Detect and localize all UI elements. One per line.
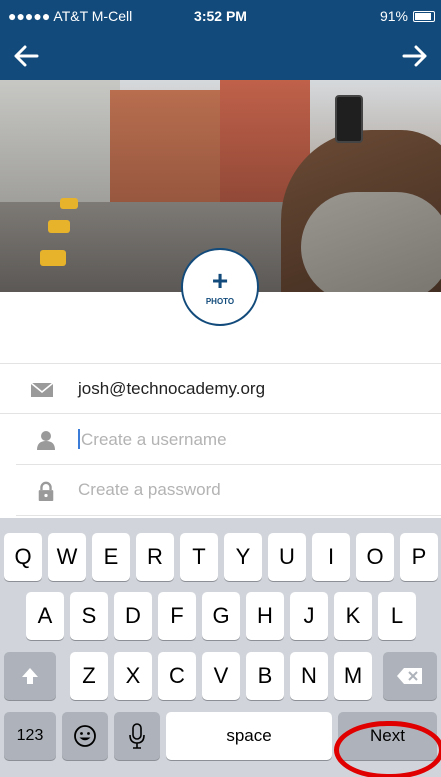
clock: 3:52 PM <box>194 8 247 24</box>
key-w[interactable]: W <box>48 533 86 581</box>
key-i[interactable]: I <box>312 533 350 581</box>
envelope-icon <box>30 382 54 397</box>
key-k[interactable]: K <box>334 592 372 640</box>
emoji-key[interactable] <box>62 712 108 760</box>
battery-icon <box>413 10 435 22</box>
email-value: josh@technocademy.org <box>78 379 266 398</box>
battery-status: 91% <box>380 8 435 24</box>
keyboard-row-1: QWERTYUIOP <box>0 533 441 581</box>
numbers-key[interactable]: 123 <box>4 712 56 760</box>
username-field[interactable]: Create a username <box>16 414 441 465</box>
key-n[interactable]: N <box>290 652 328 700</box>
key-p[interactable]: P <box>400 533 438 581</box>
signup-form: josh@technocademy.org Create a username … <box>0 363 441 516</box>
add-photo-label: PHOTO <box>205 296 235 306</box>
next-key-highlight <box>334 721 441 777</box>
text-cursor <box>78 429 80 449</box>
key-x[interactable]: X <box>114 652 152 700</box>
arrow-right-icon <box>402 45 427 67</box>
lock-icon <box>38 481 54 501</box>
password-field[interactable]: Create a password <box>16 465 441 516</box>
password-placeholder: Create a password <box>78 480 221 499</box>
key-u[interactable]: U <box>268 533 306 581</box>
key-e[interactable]: E <box>92 533 130 581</box>
username-placeholder: Create a username <box>81 430 227 449</box>
key-z[interactable]: Z <box>70 652 108 700</box>
forward-button[interactable] <box>395 38 435 74</box>
key-h[interactable]: H <box>246 592 284 640</box>
person-icon <box>37 431 55 450</box>
keyboard-row-3: ZXCVBNM <box>0 652 441 700</box>
key-s[interactable]: S <box>70 592 108 640</box>
key-q[interactable]: Q <box>4 533 42 581</box>
key-a[interactable]: A <box>26 592 64 640</box>
top-bar: ●●●●● AT&T M-Cell 3:52 PM 91% <box>0 0 441 80</box>
key-t[interactable]: T <box>180 533 218 581</box>
key-j[interactable]: J <box>290 592 328 640</box>
shift-arrow-icon <box>22 668 38 684</box>
key-f[interactable]: F <box>158 592 196 640</box>
key-d[interactable]: D <box>114 592 152 640</box>
key-y[interactable]: Y <box>224 533 262 581</box>
emoji-icon <box>74 725 96 747</box>
email-field[interactable]: josh@technocademy.org <box>0 363 441 414</box>
arrow-left-icon <box>14 45 39 67</box>
key-v[interactable]: V <box>202 652 240 700</box>
back-button[interactable] <box>6 38 46 74</box>
battery-percent: 91% <box>379 8 408 24</box>
add-photo-button[interactable]: + PHOTO <box>181 248 259 326</box>
plus-icon: + <box>211 264 229 296</box>
key-o[interactable]: O <box>356 533 394 581</box>
space-key[interactable]: space <box>166 712 332 760</box>
key-b[interactable]: B <box>246 652 284 700</box>
status-bar: ●●●●● AT&T M-Cell 3:52 PM 91% <box>0 0 441 32</box>
key-m[interactable]: M <box>334 652 372 700</box>
key-l[interactable]: L <box>378 592 416 640</box>
key-c[interactable]: C <box>158 652 196 700</box>
key-r[interactable]: R <box>136 533 174 581</box>
dictation-key[interactable] <box>114 712 160 760</box>
shift-key[interactable] <box>4 652 56 700</box>
delete-key[interactable] <box>383 652 437 700</box>
microphone-icon <box>129 723 145 749</box>
key-g[interactable]: G <box>202 592 240 640</box>
keyboard-row-2: ASDFGHJKL <box>0 592 441 640</box>
backspace-icon <box>397 668 422 684</box>
